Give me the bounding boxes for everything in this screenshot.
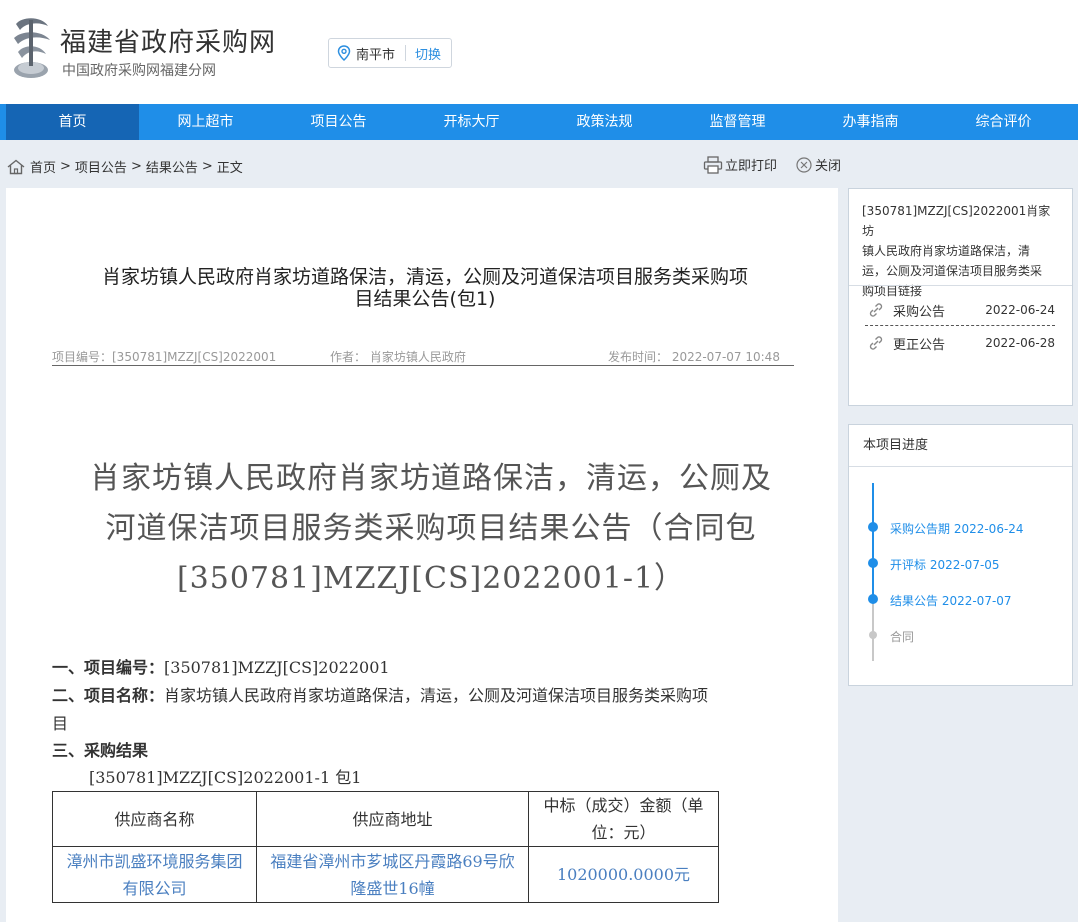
home-icon: [7, 159, 25, 174]
breadcrumb-current: 正文: [216, 161, 243, 176]
related-link-procurement-notice[interactable]: 采购公告 2022-06-24: [867, 297, 1055, 323]
timeline-dot-done: [868, 558, 878, 568]
switch-city-link[interactable]: 切换: [415, 44, 441, 63]
article-meta: 项目编号：[350781]MZZJ[CS]2022001 作者： 肖家坊镇人民政…: [52, 348, 794, 366]
main-nav: 首页 网上超市 项目公告 开标大厅 政策法规 监督管理 办事指南 综合评价: [0, 104, 1078, 140]
section-label: 三、采购结果: [52, 741, 149, 760]
section-procurement-result: 三、采购结果: [52, 737, 148, 765]
meta-author: 作者： 肖家坊镇人民政府: [330, 350, 466, 364]
heading-line: [350781]MZZJ[CS]2022001肖家坊: [862, 204, 1051, 238]
link-icon: [869, 303, 883, 317]
timeline-step-contract: 合同: [890, 630, 915, 644]
article-title: 肖家坊镇人民政府肖家坊道路保洁，清运，公厕及河道保洁项目服务类采购项 目结果公告…: [50, 266, 800, 310]
cell-supplier-name: 漳州市凯盛环境服务集团 有限公司: [52, 846, 257, 903]
document-title-line: [350781]MZZJ[CS]2022001-1）: [176, 561, 686, 596]
section-value: [350781]MZZJ[CS]2022001: [164, 658, 390, 677]
close-label: 关闭: [815, 159, 842, 174]
progress-heading: 本项目进度: [849, 425, 1072, 467]
nav-item-policies[interactable]: 政策法规: [538, 104, 671, 140]
location-pin-icon: [337, 45, 351, 61]
article-container: 肖家坊镇人民政府肖家坊道路保洁，清运，公厕及河道保洁项目服务类采购项 目结果公告…: [6, 188, 838, 922]
article-title-line: 肖家坊镇人民政府肖家坊道路保洁，清运，公厕及河道保洁项目服务类采购项: [101, 266, 748, 288]
article-title-line: 目结果公告(包1): [354, 288, 496, 310]
related-links-heading: [350781]MZZJ[CS]2022001肖家坊 镇人民政府肖家坊道路保洁，…: [862, 201, 1062, 301]
meta-publish-time: 发布时间： 2022-07-07 10:48: [608, 350, 780, 364]
package-line: [350781]MZZJ[CS]2022001-1 包1: [89, 768, 362, 787]
breadcrumb-result-notices[interactable]: 结果公告: [146, 157, 198, 176]
section-value: 肖家坊镇人民政府肖家坊道路保洁，清运，公厕及河道保洁项目服务类采购项: [164, 686, 709, 705]
breadcrumb-bar: 首页 > 项目公告 > 结果公告 > 正文 立即打印 关闭: [0, 140, 1078, 188]
nav-item-supervision[interactable]: 监督管理: [671, 104, 804, 140]
printer-icon: [703, 155, 723, 174]
section-label: 一、项目编号：: [52, 658, 165, 677]
link-icon: [869, 336, 883, 350]
cell-bid-amount: 1020000.0000元: [528, 846, 719, 903]
cell-text-line: 隆盛世16幢: [350, 878, 435, 898]
related-links-panel: [350781]MZZJ[CS]2022001肖家坊 镇人民政府肖家坊道路保洁，…: [848, 188, 1073, 406]
timeline-dot-pending: [869, 631, 877, 639]
nav-item-guide[interactable]: 办事指南: [804, 104, 937, 140]
breadcrumb-separator: >: [130, 159, 142, 174]
timeline-dot-done: [868, 594, 878, 604]
header-supplier-name: 供应商名称: [52, 791, 257, 847]
related-link-date: 2022-06-28: [985, 336, 1055, 350]
header-supplier-address: 供应商地址: [256, 791, 529, 847]
nav-item-online-market[interactable]: 网上超市: [139, 104, 272, 140]
panel-divider: [849, 285, 1072, 286]
breadcrumb: 首页 > 项目公告 > 结果公告 > 正文: [6, 157, 243, 176]
close-icon: [796, 156, 812, 173]
cell-text-line: 漳州市凯盛环境服务集团: [66, 851, 243, 871]
related-link-date: 2022-06-24: [985, 303, 1055, 317]
site-header: 福建省政府采购网 中国政府采购网福建分网 南平市 切换: [0, 0, 1078, 104]
nav-item-project-notices[interactable]: 项目公告: [272, 104, 405, 140]
table-header-row: 供应商名称 供应商地址 中标（成交）金额（单 位：元）: [52, 791, 719, 847]
timeline-line-done: [872, 483, 874, 601]
related-link-label: 更正公告: [893, 337, 946, 353]
cell-supplier-address: 福建省漳州市芗城区丹霞路69号欣 隆盛世16幢: [256, 846, 529, 903]
timeline-step-result[interactable]: 结果公告 2022-07-07: [890, 592, 1012, 609]
section-label: 二、项目名称：: [52, 686, 165, 705]
close-button[interactable]: 关闭: [795, 155, 841, 174]
breadcrumb-separator: >: [201, 159, 213, 174]
heading-line: 运，公厕及河道保洁项目服务类采: [862, 264, 1043, 278]
site-subtitle: 中国政府采购网福建分网: [62, 63, 216, 79]
site-logo[interactable]: [8, 14, 54, 80]
header-bid-amount-line: 中标（成交）金额（单: [543, 796, 704, 815]
header-bid-amount: 中标（成交）金额（单 位：元）: [528, 791, 719, 847]
city-selector[interactable]: 南平市 切换: [328, 38, 452, 68]
breadcrumb-separator: >: [60, 159, 71, 174]
print-label: 立即打印: [725, 159, 778, 174]
result-table: 供应商名称 供应商地址 中标（成交）金额（单 位：元） 漳州市凯盛环境服务集团 …: [52, 791, 719, 903]
cell-text-line: 福建省漳州市芗城区丹霞路69号欣: [270, 851, 515, 871]
breadcrumb-home[interactable]: 首页: [30, 157, 56, 176]
heading-line: 镇人民政府肖家坊道路保洁，清: [862, 244, 1031, 258]
document-title-line: 肖家坊镇人民政府肖家坊道路保洁，清运，公厕及: [90, 461, 772, 496]
header-bid-amount-line: 位：元）: [591, 823, 656, 842]
timeline-step-procurement[interactable]: 采购公告期 2022-06-24: [890, 520, 1024, 537]
cell-text-line: 有限公司: [122, 878, 187, 898]
section-value: 目: [52, 714, 69, 733]
print-button[interactable]: 立即打印: [703, 155, 777, 174]
section-project-name: 二、项目名称：肖家坊镇人民政府肖家坊道路保洁，清运，公厕及河道保洁项目服务类采购…: [52, 682, 802, 738]
document-title-line: 河道保洁项目服务类采购项目结果公告（合同包: [105, 511, 757, 546]
site-title[interactable]: 福建省政府采购网: [60, 22, 276, 59]
section-project-number: 一、项目编号：[350781]MZZJ[CS]2022001: [52, 654, 390, 682]
breadcrumb-project-notices[interactable]: 项目公告: [75, 157, 127, 176]
document-title: 肖家坊镇人民政府肖家坊道路保洁，清运，公厕及 河道保洁项目服务类采购项目结果公告…: [46, 454, 816, 604]
table-row: 漳州市凯盛环境服务集团 有限公司 福建省漳州市芗城区丹霞路69号欣 隆盛世16幢…: [52, 846, 719, 903]
nav-item-evaluation[interactable]: 综合评价: [937, 104, 1070, 140]
related-link-label: 采购公告: [893, 304, 946, 320]
nav-item-bid-hall[interactable]: 开标大厅: [405, 104, 538, 140]
project-progress-panel: 本项目进度 采购公告期 2022-06-24 开评标 2022-07-05 结果…: [848, 424, 1073, 686]
nav-item-home[interactable]: 首页: [6, 104, 139, 140]
timeline-dot-done: [868, 522, 878, 532]
dashed-divider: [865, 325, 1055, 326]
timeline-step-bid-evaluation[interactable]: 开评标 2022-07-05: [890, 556, 1000, 573]
meta-project-number: 项目编号：[350781]MZZJ[CS]2022001: [52, 350, 277, 364]
related-link-correction-notice[interactable]: 更正公告 2022-06-28: [867, 330, 1055, 356]
city-divider: [405, 45, 407, 61]
current-city: 南平市: [356, 47, 396, 63]
